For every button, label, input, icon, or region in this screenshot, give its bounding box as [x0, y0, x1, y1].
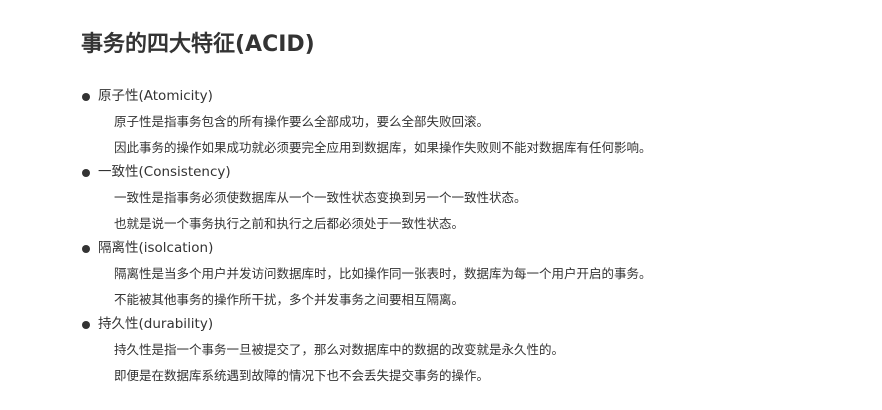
- bullet-icon: [82, 92, 90, 101]
- bullet-icon: [82, 320, 90, 329]
- property-heading: 隔离性(isolcation): [82, 236, 862, 261]
- page-title: 事务的四大特征(ACID): [81, 32, 315, 57]
- property-heading-text: 隔离性(isolcation): [98, 240, 214, 256]
- property-description-line: 一致性是指事务必须使数据库从一个一致性状态变换到另一个一致性状态。: [114, 190, 527, 205]
- property-description-line: 原子性是指事务包含的所有操作要么全部成功，要么全部失败回滚。: [114, 114, 490, 129]
- property-description-line: 因此事务的操作如果成功就必须要完全应用到数据库，如果操作失败则不能对数据库有任何…: [114, 139, 652, 155]
- property-description-line: 不能被其他事务的操作所干扰，多个并发事务之间要相互隔离。: [114, 291, 465, 307]
- property-consistency: 一致性(Consistency) 一致性是指事务必须使数据库从一个一致性状态变换…: [82, 160, 862, 236]
- property-heading-text: 原子性(Atomicity): [98, 88, 213, 104]
- property-description-line: 隔离性是当多个用户并发访问数据库时，比如操作同一张表时，数据库为每一个用户开启的…: [114, 266, 652, 281]
- bullet-icon: [82, 168, 90, 177]
- slide-page: 事务的四大特征(ACID) 原子性(Atomicity) 原子性是指事务包含的所…: [0, 0, 882, 410]
- property-description-line: 即便是在数据库系统遇到故障的情况下也不会丢失提交事务的操作。: [114, 367, 490, 383]
- property-atomicity: 原子性(Atomicity) 原子性是指事务包含的所有操作要么全部成功，要么全部…: [82, 84, 862, 160]
- property-heading-text: 一致性(Consistency): [98, 164, 231, 180]
- bullet-icon: [82, 244, 90, 253]
- property-heading: 一致性(Consistency): [82, 160, 862, 185]
- property-description-line: 持久性是指一个事务一旦被提交了，那么对数据库中的数据的改变就是永久性的。: [114, 342, 565, 357]
- property-isolation: 隔离性(isolcation) 隔离性是当多个用户并发访问数据库时，比如操作同一…: [82, 236, 862, 312]
- property-heading-text: 持久性(durability): [98, 316, 214, 332]
- acid-property-list: 原子性(Atomicity) 原子性是指事务包含的所有操作要么全部成功，要么全部…: [82, 84, 862, 388]
- property-description-line: 也就是说一个事务执行之前和执行之后都必须处于一致性状态。: [114, 215, 465, 231]
- property-durability: 持久性(durability) 持久性是指一个事务一旦被提交了，那么对数据库中的…: [82, 312, 862, 388]
- property-heading: 持久性(durability): [82, 312, 862, 337]
- property-heading: 原子性(Atomicity): [82, 84, 862, 109]
